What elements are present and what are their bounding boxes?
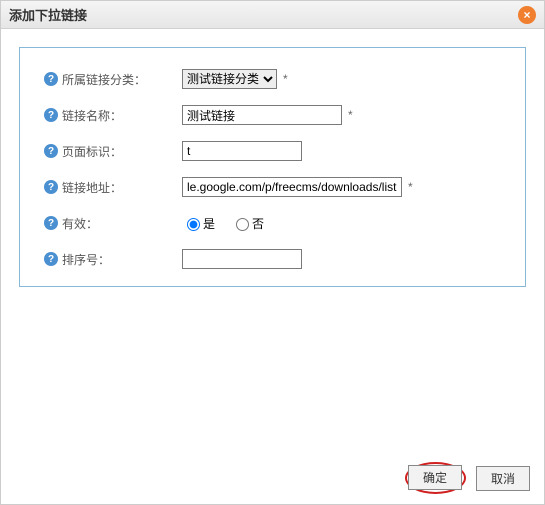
- required-mark: *: [283, 72, 288, 86]
- dialog: 添加下拉链接 × ? 所属链接分类： 测试链接分类 * ? 链接名称： * ? …: [0, 0, 545, 505]
- label-pageid: 页面标识：: [62, 143, 182, 160]
- help-icon[interactable]: ?: [44, 216, 58, 230]
- ok-button[interactable]: 确定: [408, 465, 462, 490]
- row-enabled: ? 有效： 是 否: [44, 212, 509, 234]
- label-name: 链接名称：: [62, 107, 182, 124]
- select-category[interactable]: 测试链接分类: [182, 69, 277, 89]
- ok-highlight: 确定: [405, 462, 466, 494]
- dialog-title: 添加下拉链接: [9, 5, 87, 24]
- required-mark: *: [408, 180, 413, 194]
- dialog-footer: 确定 取消: [405, 462, 530, 494]
- help-icon[interactable]: ?: [44, 72, 58, 86]
- required-mark: *: [348, 108, 353, 122]
- help-icon[interactable]: ?: [44, 252, 58, 266]
- row-url: ? 链接地址： *: [44, 176, 509, 198]
- label-enabled: 有效：: [62, 215, 182, 232]
- cancel-button[interactable]: 取消: [476, 466, 530, 491]
- input-name[interactable]: [182, 105, 342, 125]
- label-category: 所属链接分类：: [62, 71, 182, 88]
- help-icon[interactable]: ?: [44, 144, 58, 158]
- input-order[interactable]: [182, 249, 302, 269]
- help-icon[interactable]: ?: [44, 108, 58, 122]
- radio-yes[interactable]: [187, 218, 200, 231]
- radio-no-label[interactable]: 否: [231, 215, 264, 232]
- label-url: 链接地址：: [62, 179, 182, 196]
- input-url[interactable]: [182, 177, 402, 197]
- row-order: ? 排序号：: [44, 248, 509, 270]
- radio-no[interactable]: [236, 218, 249, 231]
- title-bar: 添加下拉链接 ×: [1, 1, 544, 29]
- row-name: ? 链接名称： *: [44, 104, 509, 126]
- label-order: 排序号：: [62, 251, 182, 268]
- input-pageid[interactable]: [182, 141, 302, 161]
- help-icon[interactable]: ?: [44, 180, 58, 194]
- row-category: ? 所属链接分类： 测试链接分类 *: [44, 68, 509, 90]
- form-panel: ? 所属链接分类： 测试链接分类 * ? 链接名称： * ? 页面标识： ? 链…: [19, 47, 526, 287]
- close-icon[interactable]: ×: [518, 6, 536, 24]
- radio-yes-label[interactable]: 是: [182, 215, 215, 232]
- radio-group-enabled: 是 否: [182, 215, 276, 232]
- row-pageid: ? 页面标识：: [44, 140, 509, 162]
